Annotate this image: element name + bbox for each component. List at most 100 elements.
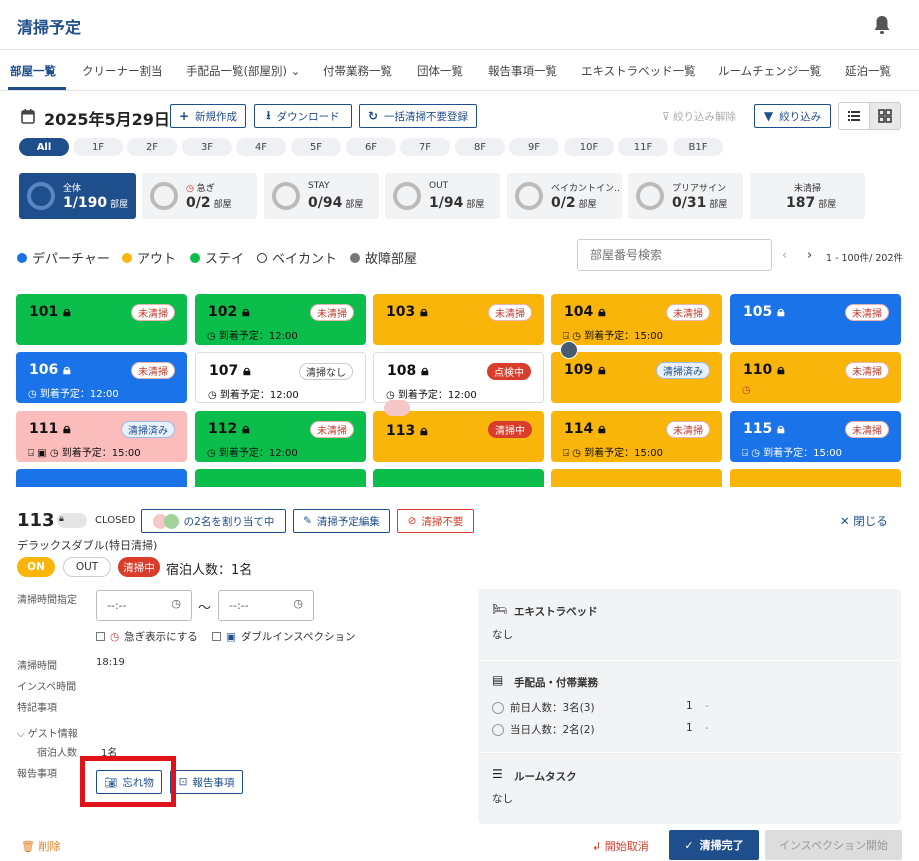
tab-extra-bed[interactable]: エキストラベッド一覧 <box>581 63 696 79</box>
guest-info-toggle[interactable]: ⌵ ゲスト情報 <box>17 725 78 740</box>
tab-room-change[interactable]: ルームチェンジ一覧 <box>718 63 821 79</box>
stat-label-text: 急ぎ <box>196 184 215 194</box>
new-button[interactable]: + 新規作成 <box>170 104 246 128</box>
room-card[interactable]: 108 🔒︎ 点検中 ◷ 到着予定：12:00 <box>373 352 544 403</box>
start-time-input[interactable]: --:-- ◷ <box>96 590 192 621</box>
floor-pill-1f[interactable]: 1F <box>73 138 123 156</box>
tab-extension[interactable]: 延泊一覧 <box>845 63 891 79</box>
room-card[interactable]: 103 🔒︎ 未清掃 <box>373 294 544 345</box>
room-card[interactable]: 113 🔒︎ 清掃中 <box>373 411 544 462</box>
filter-clear-button[interactable]: ⊽ 絞り込み解除 <box>662 109 736 124</box>
clock-icon: ◷ <box>207 448 216 459</box>
room-card[interactable]: 107 🔒︎ 清掃なし ◷ 到着予定：12:00 <box>195 352 366 403</box>
room-card[interactable]: 111 🔒︎ 清掃済み ⍈ ▣ ◷ 到着予定：15:00 <box>16 411 187 462</box>
floor-pill-7f[interactable]: 7F <box>400 138 450 156</box>
room-card[interactable] <box>730 469 901 487</box>
floor-pill-11f[interactable]: 11F <box>618 138 668 156</box>
stat-card-stay[interactable]: STAY 0/94 部屋 <box>264 173 379 219</box>
assign-button[interactable]: の2名を割り当て中 <box>141 509 286 533</box>
divider <box>478 752 901 753</box>
list-view-button[interactable] <box>838 102 870 130</box>
out-toggle[interactable]: OUT <box>63 557 111 577</box>
tab-groups[interactable]: 団体一覧 <box>417 63 463 79</box>
grid-view-button[interactable] <box>869 102 901 130</box>
clock-icon: ◷ <box>751 448 760 459</box>
room-card[interactable]: 102 🔒︎ 未清掃 ◷ 到着予定：12:00 <box>195 294 366 345</box>
chevron-left-icon[interactable]: ‹ <box>782 248 787 263</box>
stat-card-out[interactable]: OUT 1/94 部屋 <box>385 173 500 219</box>
floor-pill-all[interactable]: All <box>19 138 69 156</box>
floor-pill-8f[interactable]: 8F <box>455 138 505 156</box>
tab-ancillary[interactable]: 付帯業務一覧 <box>323 63 392 79</box>
bell-icon[interactable] <box>873 15 891 35</box>
stat-value: 1/190 部屋 <box>63 195 128 211</box>
finish-label: 清掃完了 <box>699 839 744 852</box>
room-card[interactable]: 110 🔒︎ 未清掃 ◷ <box>730 352 901 403</box>
floor-pill-b1f[interactable]: B1F <box>673 138 723 156</box>
stat-card-uncleaned[interactable]: 未清掃 187 部屋 <box>750 173 865 219</box>
room-card[interactable] <box>551 469 722 487</box>
room-card[interactable]: 114 🔒︎ 未清掃 ⍈ ◷ 到着予定：15:00 <box>551 411 722 462</box>
edit-schedule-button[interactable]: ✎ 清掃予定編集 <box>293 509 390 533</box>
floor-pill-6f[interactable]: 6F <box>346 138 396 156</box>
legend-departure: デパーチャー <box>17 248 110 267</box>
on-toggle[interactable]: ON <box>17 557 55 577</box>
stat-card-all[interactable]: 全体 1/190 部屋 <box>19 173 136 219</box>
urgent-checkbox[interactable]: ◷ 急ぎ表示にする <box>96 629 198 644</box>
stat-card-preassign[interactable]: プリアサイン 0/31 部屋 <box>628 173 743 219</box>
arrival-time: ⍈ ◷ 到着予定：15:00 <box>742 448 842 459</box>
room-card[interactable] <box>195 469 366 487</box>
tab-cleaner-assign[interactable]: クリーナー割当 <box>82 63 163 79</box>
room-card[interactable] <box>16 469 187 487</box>
lock-toggle[interactable]: 🔒︎ <box>57 513 87 528</box>
room-task-title: ルームタスク <box>514 771 577 783</box>
tab-reports[interactable]: 報告事項一覧 <box>488 63 557 79</box>
extra-bed-value: なし <box>492 629 513 641</box>
floor-pill-9f[interactable]: 9F <box>509 138 559 156</box>
room-card[interactable]: 115 🔒︎ 未清掃 ⍈ ◷ 到着予定：15:00 <box>730 411 901 462</box>
stat-label: ◷ 急ぎ <box>186 181 256 194</box>
arrival-time: ◷ 到着予定：12:00 <box>207 331 298 342</box>
room-card[interactable]: 105 🔒︎ 未清掃 <box>730 294 901 345</box>
no-clean-button[interactable]: ⊘ 清掃不要 <box>397 509 474 533</box>
tab-room-list[interactable]: 部屋一覧 <box>10 63 56 79</box>
stat-card-urgent[interactable]: ◷ 急ぎ 0/2 部屋 <box>142 173 257 219</box>
floor-pill-2f[interactable]: 2F <box>127 138 177 156</box>
clock-icon: ◷ <box>171 597 181 610</box>
start-inspection-button[interactable]: インスペクション開始 <box>765 830 902 860</box>
bulk-no-clean-button[interactable]: ↻ 一括清掃不要登録 <box>359 104 477 128</box>
floor-pill-4f[interactable]: 4F <box>236 138 286 156</box>
floor-pill-5f[interactable]: 5F <box>291 138 341 156</box>
room-card[interactable] <box>373 469 544 487</box>
report-button[interactable]: ⊡ 報告事項 <box>170 770 243 794</box>
download-button[interactable]: ⭳ ダウンロード <box>254 104 352 128</box>
close-button[interactable]: ✕ 閉じる <box>840 513 888 529</box>
room-card[interactable]: 109 🔒︎ 清掃済み <box>551 352 722 403</box>
room-card[interactable]: 112 🔒︎ 未清掃 ◷ 到着予定：12:00 <box>195 411 366 462</box>
delete-button[interactable]: 🗑︎ 削除 <box>21 838 60 854</box>
double-inspection-checkbox[interactable]: ▣ ダブルインスペクション <box>212 629 355 644</box>
cancel-start-button[interactable]: ↲ 開始取消 <box>592 838 649 854</box>
stat-card-vacant-in[interactable]: ベイカントイン… 0/2 部屋 <box>507 173 622 219</box>
stat-label: OUT <box>429 181 449 191</box>
stat-value: 0/31 部屋 <box>672 195 727 211</box>
end-time-value: --:-- <box>229 599 249 612</box>
floor-pill-3f[interactable]: 3F <box>182 138 232 156</box>
room-card[interactable]: 104 🔒︎ 未清掃 ⍈ ◷ 到着予定：15:00 <box>551 294 722 345</box>
list-icon <box>848 111 860 121</box>
cancel-start-label: 開始取消 <box>604 840 649 853</box>
chevron-right-icon[interactable]: › <box>807 248 812 263</box>
room-card[interactable]: 101 🔒︎ 未清掃 <box>16 294 187 345</box>
tab-supplies[interactable]: 手配品一覧(部屋別) ⌄ <box>186 63 300 79</box>
filter-clear-label: 絞り込み解除 <box>673 111 737 123</box>
notes-label: 特記事項 <box>17 703 57 714</box>
filter-button[interactable]: ▼ 絞り込み <box>754 104 831 128</box>
floor-pill-10f[interactable]: 10F <box>564 138 614 156</box>
legend-label: 故障部屋 <box>365 252 418 267</box>
legend-label: デパーチャー <box>32 252 110 267</box>
end-time-input[interactable]: --:-- ◷ <box>218 590 314 621</box>
room-card[interactable]: 106 🔒︎ 未清掃 ◷ 到着予定：12:00 <box>16 352 187 403</box>
arrival-time: ◷ 到着予定：12:00 <box>386 390 477 401</box>
finish-cleaning-button[interactable]: ✓ 清掃完了 <box>669 830 759 860</box>
room-search-input[interactable] <box>577 239 772 271</box>
